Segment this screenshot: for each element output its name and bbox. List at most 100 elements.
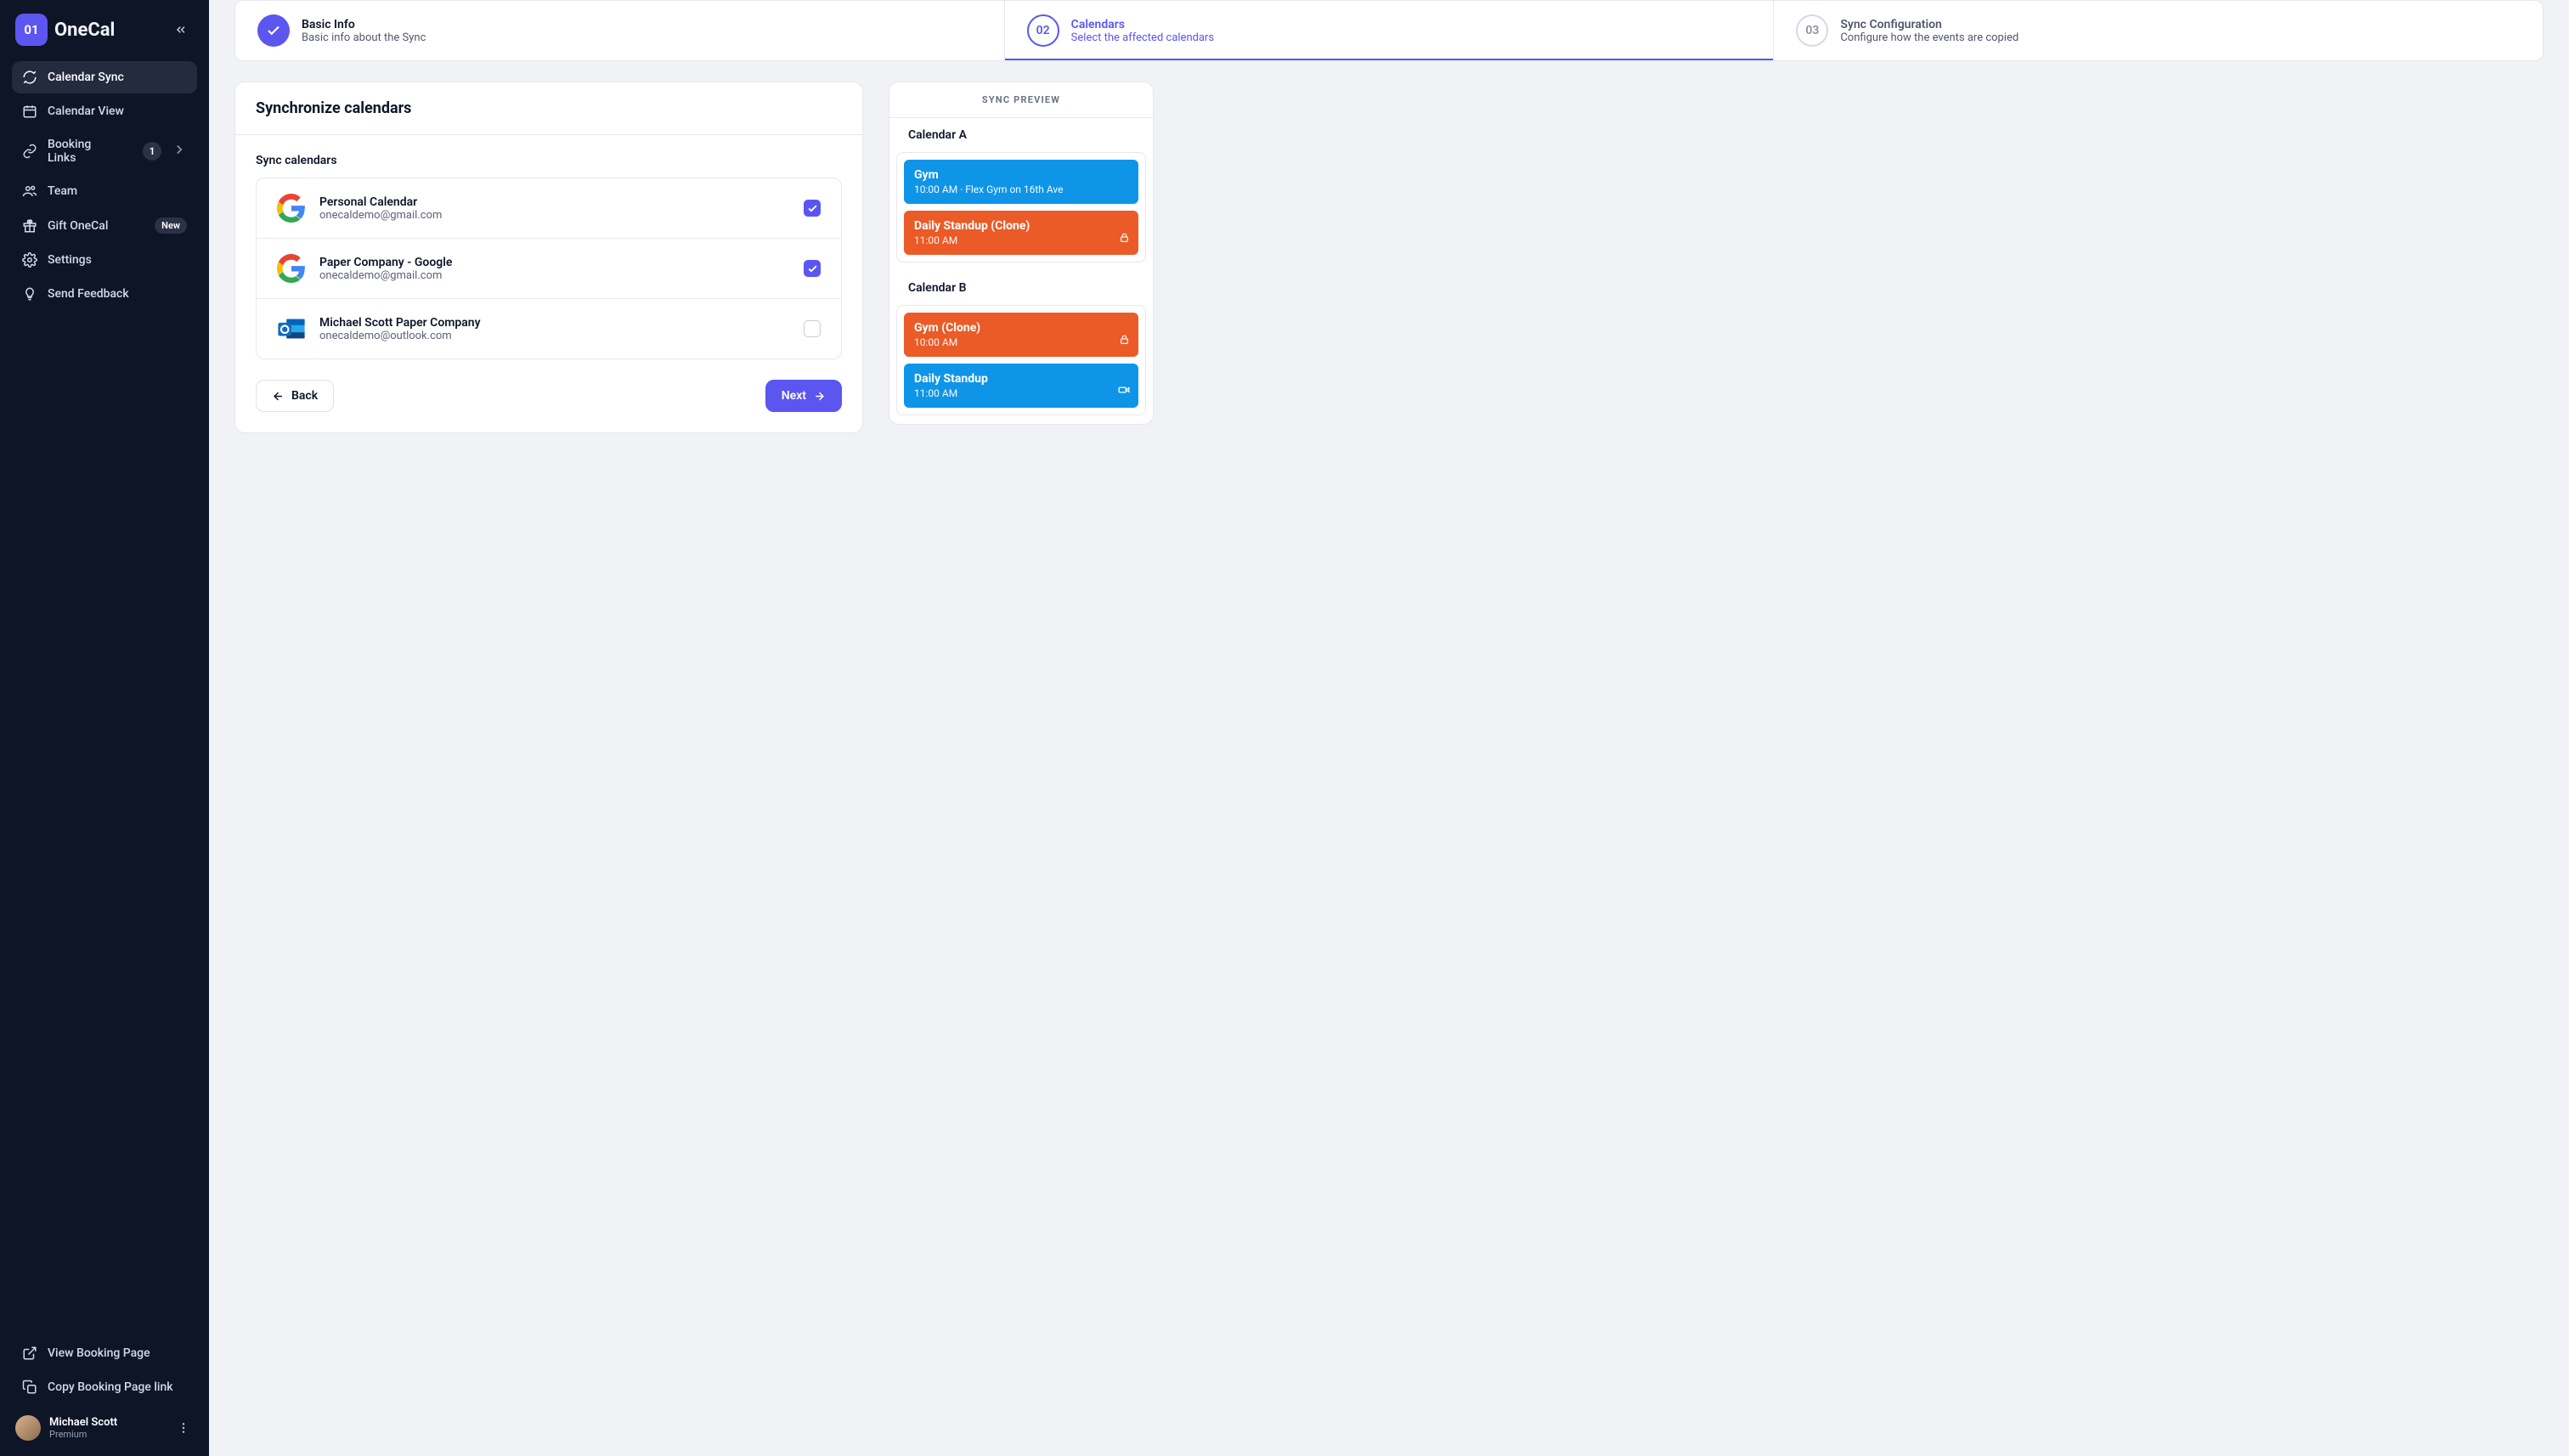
sync-card: Synchronize calendars Sync calendars Per… (234, 82, 863, 433)
event-subtitle: 10:00 AM · Flex Gym on 16th Ave (914, 183, 1128, 195)
calendar-checkbox[interactable] (804, 200, 821, 217)
nav-label: Settings (48, 253, 92, 267)
arrow-left-icon (272, 390, 285, 403)
calendar-email: onecaldemo@outlook.com (319, 330, 481, 342)
preview-events-a: Gym 10:00 AM · Flex Gym on 16th Ave Dail… (896, 152, 1146, 262)
sidebar-bottom-nav: View Booking Page Copy Booking Page link (0, 1330, 209, 1403)
calendar-row[interactable]: Personal Calendar onecaldemo@gmail.com (257, 178, 841, 239)
profile-menu-button[interactable] (173, 1418, 194, 1438)
sidebar-header: 01 OneCal (0, 0, 209, 54)
step-calendars[interactable]: 02 Calendars Select the affected calenda… (1005, 1, 1775, 60)
preview-section-label: Calendar B (889, 271, 1153, 305)
event-title: Daily Standup (Clone) (914, 219, 1128, 233)
calendar-email: onecaldemo@gmail.com (319, 209, 442, 222)
sync-icon (22, 70, 37, 85)
arrow-right-icon (813, 390, 826, 403)
copy-icon (22, 1380, 37, 1395)
team-icon (22, 183, 37, 199)
event-subtitle: 11:00 AM (914, 234, 1128, 246)
step-basic-info[interactable]: Basic Info Basic info about the Sync (235, 1, 1005, 60)
lock-icon (1119, 332, 1130, 348)
nav-label: View Booking Page (48, 1346, 150, 1360)
button-label: Back (291, 389, 318, 403)
content-row: Synchronize calendars Sync calendars Per… (209, 61, 2569, 1456)
check-icon (807, 203, 818, 214)
sidebar-item-calendar-sync[interactable]: Calendar Sync (12, 61, 197, 93)
step-done-bubble (257, 14, 290, 47)
card-heading: Synchronize calendars (235, 82, 862, 135)
preview-header: SYNC PREVIEW (889, 82, 1153, 118)
avatar (15, 1415, 41, 1441)
collapse-sidebar-button[interactable] (168, 17, 194, 42)
calendar-list: Personal Calendar onecaldemo@gmail.com P… (256, 178, 842, 359)
kebab-icon (177, 1421, 190, 1435)
sidebar-item-copy-booking-link[interactable]: Copy Booking Page link (12, 1371, 197, 1403)
nav-label: Team (48, 184, 77, 198)
step-title: Basic Info (302, 18, 426, 31)
sidebar-item-calendar-view[interactable]: Calendar View (12, 95, 197, 127)
button-label: Next (782, 389, 806, 403)
stepper: Basic Info Basic info about the Sync 02 … (234, 0, 2544, 61)
primary-nav: Calendar Sync Calendar View Booking Link… (0, 54, 209, 317)
preview-event: Daily Standup 11:00 AM (904, 364, 1138, 408)
sidebar: 01 OneCal Calendar Sync Calendar View Bo… (0, 0, 209, 1456)
next-button[interactable]: Next (765, 380, 842, 412)
step-number-bubble: 02 (1027, 14, 1059, 47)
check-icon (266, 23, 281, 38)
chevron-double-left-icon (174, 23, 188, 37)
new-badge: New (155, 217, 187, 234)
gear-icon (22, 252, 37, 268)
external-link-icon (22, 1346, 37, 1361)
calendar-icon (22, 104, 37, 119)
lock-icon (1119, 230, 1130, 246)
sidebar-item-view-booking-page[interactable]: View Booking Page (12, 1337, 197, 1369)
card-actions: Back Next (256, 380, 842, 412)
event-title: Gym (Clone) (914, 321, 1128, 335)
booking-links-count-badge: 1 (143, 142, 161, 161)
calendar-checkbox[interactable] (804, 320, 821, 337)
sidebar-item-team[interactable]: Team (12, 175, 197, 207)
back-button[interactable]: Back (256, 380, 334, 412)
calendar-row[interactable]: Michael Scott Paper Company onecaldemo@o… (257, 299, 841, 358)
step-subtitle: Select the affected calendars (1071, 31, 1214, 44)
logo-mark: 01 (15, 14, 48, 46)
step-number-bubble: 03 (1796, 14, 1828, 47)
calendar-name: Personal Calendar (319, 195, 442, 209)
camera-icon (1118, 383, 1130, 399)
nav-label: Booking Links (48, 138, 122, 165)
logo-text: OneCal (54, 20, 115, 41)
step-subtitle: Basic info about the Sync (302, 31, 426, 44)
preview-event: Gym 10:00 AM · Flex Gym on 16th Ave (904, 160, 1138, 204)
step-title: Sync Configuration (1840, 18, 2019, 31)
profile-plan: Premium (49, 1429, 117, 1440)
sidebar-item-booking-links[interactable]: Booking Links 1 (12, 129, 197, 173)
google-icon (277, 254, 306, 283)
outlook-icon (277, 314, 306, 343)
calendar-checkbox[interactable] (804, 260, 821, 277)
google-icon (277, 194, 306, 223)
preview-event: Gym (Clone) 10:00 AM (904, 313, 1138, 357)
sidebar-item-feedback[interactable]: Send Feedback (12, 278, 197, 310)
calendar-row[interactable]: Paper Company - Google onecaldemo@gmail.… (257, 239, 841, 299)
nav-label: Copy Booking Page link (48, 1380, 173, 1394)
sync-preview-panel: SYNC PREVIEW Calendar A Gym 10:00 AM · F… (889, 82, 1154, 425)
chevron-right-icon (172, 142, 187, 161)
nav-label: Send Feedback (48, 287, 129, 301)
step-sync-config[interactable]: 03 Sync Configuration Configure how the … (1774, 1, 2543, 60)
sidebar-item-gift[interactable]: Gift OneCal New (12, 209, 197, 242)
preview-events-b: Gym (Clone) 10:00 AM Daily Standup 11:00… (896, 305, 1146, 415)
gift-icon (22, 218, 37, 234)
nav-label: Calendar View (48, 104, 124, 118)
event-subtitle: 11:00 AM (914, 387, 1128, 399)
event-title: Gym (914, 168, 1128, 182)
main: Basic Info Basic info about the Sync 02 … (209, 0, 2569, 1456)
nav-label: Gift OneCal (48, 219, 108, 233)
link-icon (22, 144, 37, 159)
preview-event: Daily Standup (Clone) 11:00 AM (904, 211, 1138, 255)
calendar-email: onecaldemo@gmail.com (319, 269, 452, 282)
preview-section-label: Calendar A (889, 118, 1153, 152)
sidebar-item-settings[interactable]: Settings (12, 244, 197, 276)
event-subtitle: 10:00 AM (914, 336, 1128, 348)
lightbulb-icon (22, 286, 37, 302)
profile-row: Michael Scott Premium (0, 1403, 209, 1456)
